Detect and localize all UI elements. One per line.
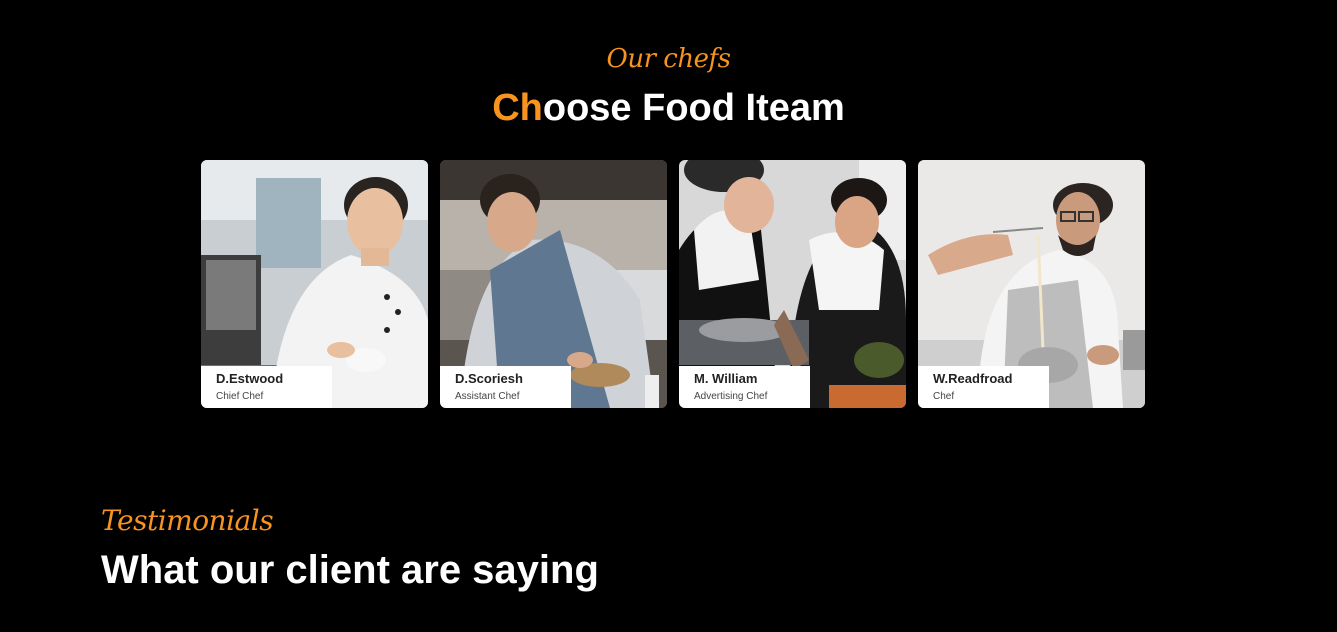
- chef-name: D.Estwood: [216, 371, 284, 386]
- chef-role: Assistant Chef: [455, 391, 520, 402]
- chefs-section-title: Choose Food Iteam: [0, 86, 1337, 130]
- chef-card[interactable]: M. William Advertising Chef: [679, 160, 906, 408]
- chef-caption: D.Estwood Chief Chef: [201, 366, 332, 408]
- testimonials-kicker: Testimonials: [101, 504, 274, 537]
- testimonials-title: What our client are saying: [101, 548, 599, 592]
- title-rest: oose Food Iteam: [542, 87, 845, 129]
- chef-name: M. William: [694, 371, 758, 386]
- title-accent: Ch: [492, 87, 543, 129]
- chef-caption: M. William Advertising Chef: [679, 366, 810, 408]
- chef-role: Advertising Chef: [694, 391, 768, 402]
- chef-cards: D.Estwood Chief Chef D.Scoriesh Assistan…: [201, 160, 1145, 408]
- chef-role: Chief Chef: [216, 391, 264, 402]
- chef-card[interactable]: D.Scoriesh Assistant Chef: [440, 160, 667, 408]
- chefs-kicker: Our chefs: [606, 44, 731, 74]
- chef-card[interactable]: D.Estwood Chief Chef: [201, 160, 428, 408]
- chef-caption: W.Readfroad Chef: [918, 366, 1049, 408]
- chef-name: W.Readfroad: [933, 371, 1013, 386]
- chef-name: D.Scoriesh: [455, 371, 523, 386]
- chef-caption: D.Scoriesh Assistant Chef: [440, 366, 571, 408]
- chef-role: Chef: [933, 391, 955, 402]
- chef-card[interactable]: W.Readfroad Chef: [918, 160, 1145, 408]
